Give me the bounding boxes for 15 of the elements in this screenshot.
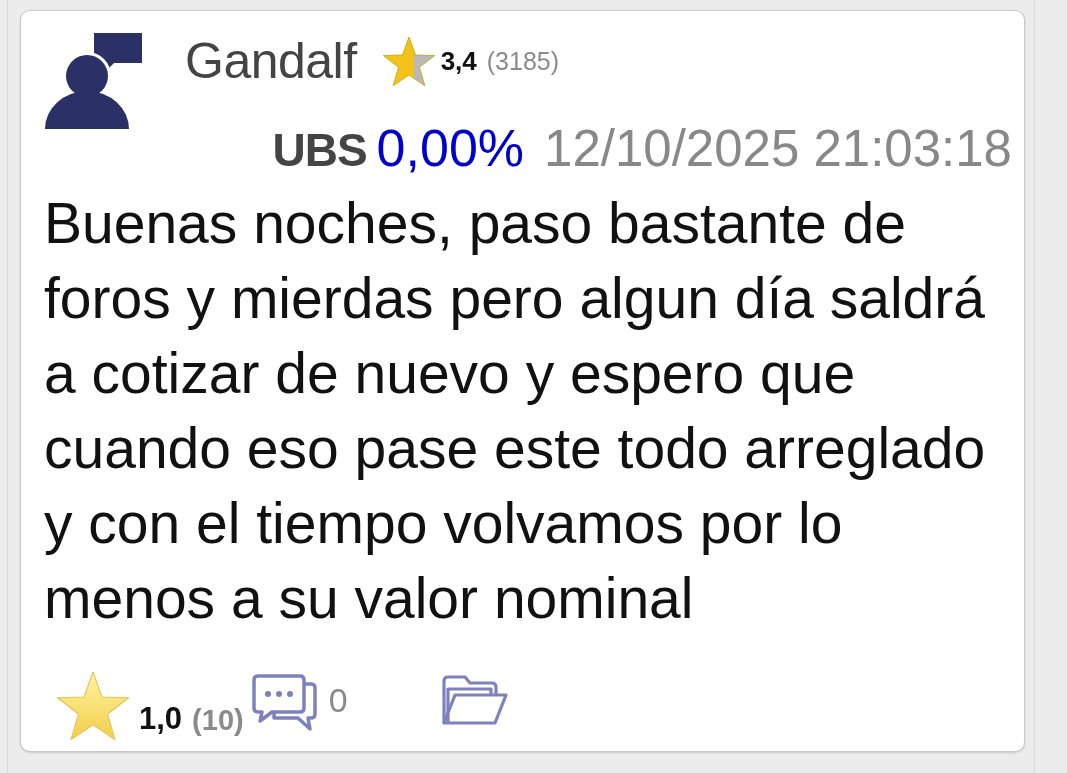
post-text: Buenas noches, paso bastante de foros y mierdas pero algun día saldrá a cotizar de nuevo y espero que cuando eso pase este todo arreglado y con el tiempo volvamos por lo menos a su valor nominal [44,190,987,632]
post-rating: 1,0 [139,701,183,737]
post-rating-count: (10) [192,704,244,737]
star-icon [382,36,435,86]
author-rating: 3,4 [440,45,477,77]
user-avatar-icon [44,33,142,129]
folder-icon[interactable] [440,675,509,727]
author-rating-count: (3185) [486,46,560,76]
author-name[interactable]: Gandalf [185,32,357,90]
price-change: 0,00% [376,118,525,178]
ticker-link[interactable]: UBS [272,123,367,177]
chat-bubbles-icon[interactable] [251,674,318,732]
star-icon[interactable] [57,672,129,740]
comment-count: 0 [328,681,348,720]
post-timestamp: 12/10/2025 21:03:18 [544,119,1012,178]
